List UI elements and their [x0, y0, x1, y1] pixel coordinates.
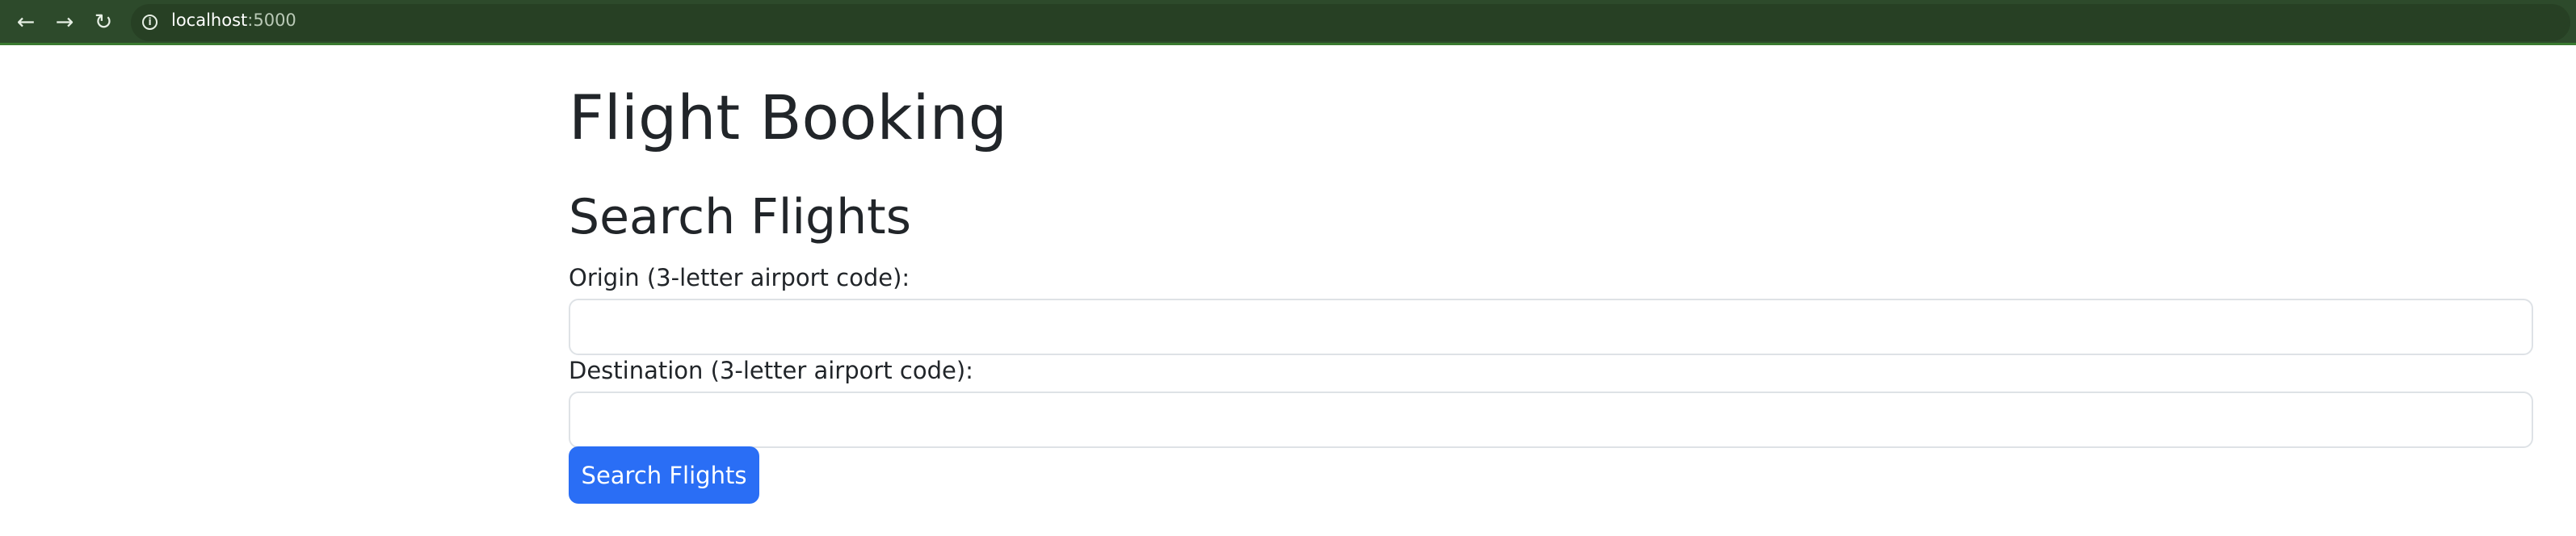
- forward-button[interactable]: →: [48, 6, 81, 39]
- reload-icon: ↻: [94, 10, 113, 35]
- search-flights-button[interactable]: Search Flights: [569, 446, 759, 504]
- browser-toolbar: ← → ↻ i localhost:5000: [0, 0, 2576, 45]
- arrow-left-icon: ←: [16, 10, 36, 35]
- url-port: :5000: [247, 10, 296, 30]
- page-title: Flight Booking: [569, 82, 1007, 153]
- url-host: localhost: [171, 10, 248, 30]
- origin-input[interactable]: [569, 299, 2533, 355]
- address-bar[interactable]: [131, 4, 2570, 41]
- back-button[interactable]: ←: [10, 6, 42, 39]
- arrow-right-icon: →: [55, 10, 74, 35]
- url-text[interactable]: localhost:5000: [171, 10, 296, 30]
- reload-button[interactable]: ↻: [87, 6, 120, 39]
- destination-input[interactable]: [569, 392, 2533, 448]
- info-icon[interactable]: i: [142, 15, 158, 30]
- section-title: Search Flights: [569, 189, 911, 245]
- origin-label: Origin (3-letter airport code):: [569, 264, 910, 291]
- destination-label: Destination (3-letter airport code):: [569, 357, 973, 384]
